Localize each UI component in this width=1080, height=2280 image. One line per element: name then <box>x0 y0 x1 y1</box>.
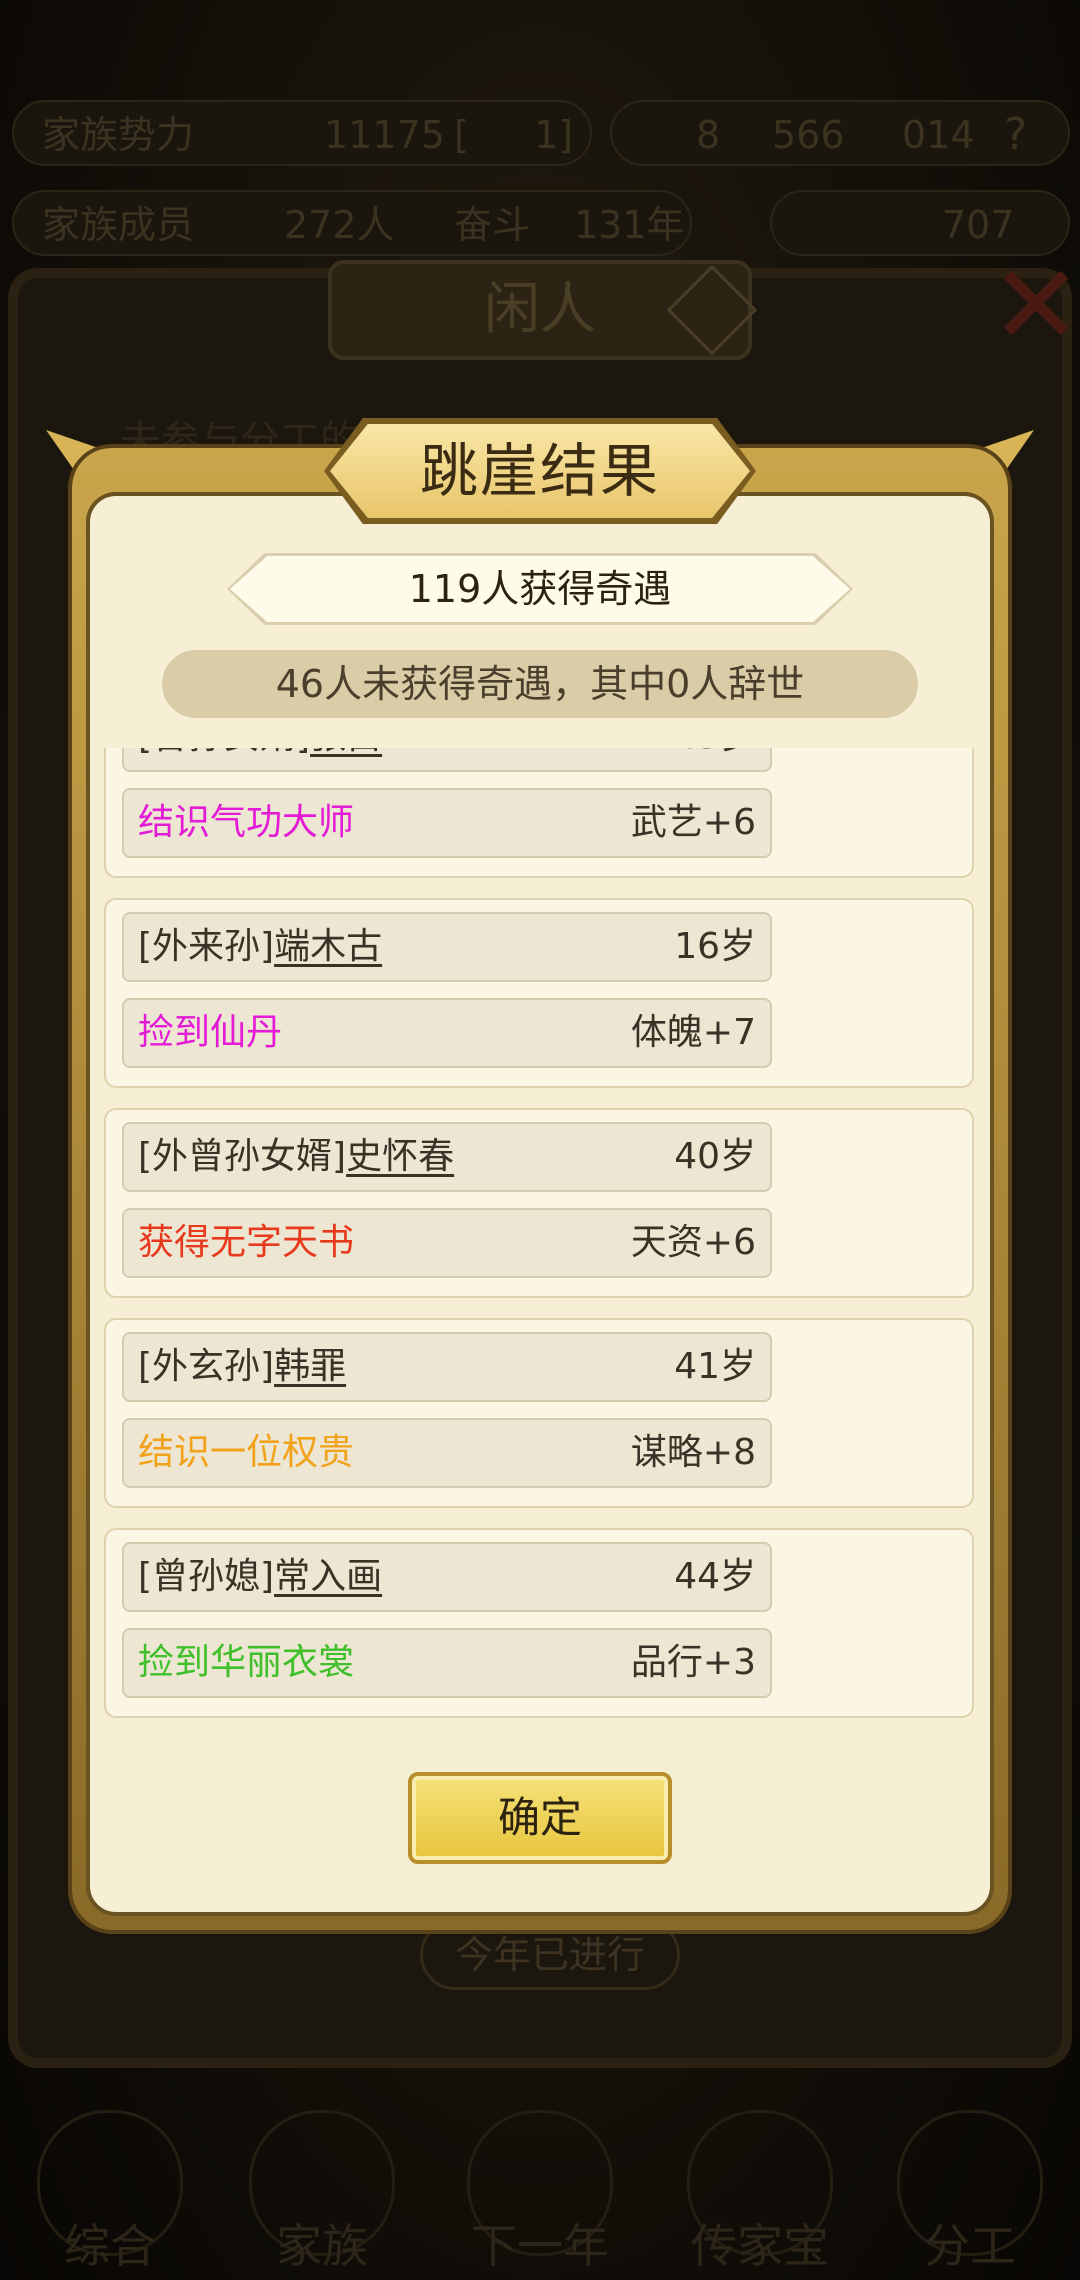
currency-b: 566 <box>772 113 845 157</box>
list-item: [曾孙媳]常入画 44岁 捡到华丽衣裳 品行+3 <box>104 1528 974 1718</box>
nav-item-heirloom[interactable]: 传家宝 <box>660 2110 860 2280</box>
member-age: 44岁 <box>674 1556 756 1597</box>
nav-item-assignment[interactable]: 分工 <box>870 2110 1070 2280</box>
result-list[interactable]: [曾孙女婿]张白 45岁 结识气功大师 武艺+6 [外来孙]端木古 16岁 捡到… <box>104 748 976 1726</box>
member-row: [外玄孙]韩罪 41岁 <box>122 1332 772 1402</box>
event-row: 捡到仙丹 体魄+7 <box>122 998 772 1068</box>
event-row: 捡到华丽衣裳 品行+3 <box>122 1628 772 1698</box>
member-relation: [曾孙女婿] <box>138 748 310 757</box>
event-text: 捡到仙丹 <box>138 1012 283 1053</box>
modal-title-plaque: 跳崖结果 <box>324 418 756 524</box>
member-age: 16岁 <box>674 926 756 967</box>
currency-a: 8 <box>696 113 721 157</box>
members-label: 家族成员 <box>42 203 195 247</box>
member-row: [曾孙媳]常入画 44岁 <box>122 1542 772 1612</box>
family-power-label: 家族势力 <box>42 113 195 157</box>
slot-value: 131年 <box>574 203 685 247</box>
event-text: 捡到华丽衣裳 <box>138 1642 355 1683</box>
nav-item-next-year[interactable]: 下一年 <box>440 2110 640 2280</box>
reward-text: 武艺+6 <box>630 802 756 843</box>
event-text: 获得无字天书 <box>138 1222 355 1263</box>
summary-banner: 119人获得奇遇 <box>227 553 853 625</box>
family-power-bracket: [ <box>454 113 469 157</box>
slot-label: 奋斗 <box>454 203 531 247</box>
family-power-bar: 家族势力 11175 [ 1] <box>12 100 592 166</box>
nav-label: 综合 <box>64 2219 156 2273</box>
member-relation: [曾孙媳] <box>138 1556 275 1597</box>
member-row: [曾孙女婿]张白 45岁 <box>122 748 772 772</box>
confirm-button[interactable]: 确定 <box>408 1772 672 1864</box>
reward-text: 谋略+8 <box>630 1432 756 1473</box>
list-item: [曾孙女婿]张白 45岁 结识气功大师 武艺+6 <box>104 748 974 878</box>
members-bar: 家族成员 272人 奋斗 131年 <box>12 190 692 256</box>
member-name-link[interactable]: 端木古 <box>274 926 382 967</box>
nav-label: 传家宝 <box>691 2219 829 2273</box>
member-name-link[interactable]: 韩罪 <box>274 1346 346 1387</box>
reward-text: 体魄+7 <box>630 1012 756 1053</box>
currency-c: 014 <box>902 113 975 157</box>
list-item: [外来孙]端木古 16岁 捡到仙丹 体魄+7 <box>104 898 974 1088</box>
family-power-value: 11175 <box>324 113 445 157</box>
event-row: 结识气功大师 武艺+6 <box>122 788 772 858</box>
help-icon[interactable]: ? <box>1004 102 1027 168</box>
member-relation: [外玄孙] <box>138 1346 275 1387</box>
member-age: 40岁 <box>674 1136 756 1177</box>
reward-text: 天资+6 <box>630 1222 756 1263</box>
bottom-nav: 综合 家族 下一年 传家宝 分工 <box>0 2110 1080 2280</box>
year-progress-label: 今年已进行 <box>420 1920 680 1990</box>
event-row: 获得无字天书 天资+6 <box>122 1208 772 1278</box>
close-icon[interactable]: ✕ <box>990 250 1080 360</box>
subsummary-text: 46人未获得奇遇，其中0人辞世 <box>162 650 918 718</box>
member-relation: [外来孙] <box>138 926 275 967</box>
nav-label: 下一年 <box>471 2219 609 2273</box>
nav-label: 分工 <box>924 2219 1016 2273</box>
list-item: [外玄孙]韩罪 41岁 结识一位权贵 谋略+8 <box>104 1318 974 1508</box>
modal-title: 跳崖结果 <box>419 437 660 505</box>
member-row: [外来孙]端木古 16岁 <box>122 912 772 982</box>
member-row: [外曾孙女婿]史怀春 40岁 <box>122 1122 772 1192</box>
member-name-link[interactable]: 张白 <box>310 748 382 757</box>
currency-bar: 8 566 014 ? <box>610 100 1070 166</box>
event-text: 结识气功大师 <box>138 802 355 843</box>
member-name-link[interactable]: 常入画 <box>274 1556 382 1597</box>
reward-text: 品行+3 <box>630 1642 756 1683</box>
event-row: 结识一位权贵 谋略+8 <box>122 1418 772 1488</box>
family-power-bracket-value: 1] <box>534 113 574 157</box>
member-relation: [外曾孙女婿] <box>138 1136 347 1177</box>
nav-item-family[interactable]: 家族 <box>222 2110 422 2280</box>
member-name-link[interactable]: 史怀春 <box>346 1136 454 1177</box>
summary-text: 119人获得奇遇 <box>408 567 672 611</box>
member-age: 41岁 <box>674 1346 756 1387</box>
nav-label: 家族 <box>276 2219 368 2273</box>
member-age: 45岁 <box>674 748 756 770</box>
nav-item-overview[interactable]: 综合 <box>10 2110 210 2280</box>
event-text: 结识一位权贵 <box>138 1432 355 1473</box>
list-item: [外曾孙女婿]史怀春 40岁 获得无字天书 天资+6 <box>104 1108 974 1298</box>
members-value: 272人 <box>284 203 395 247</box>
